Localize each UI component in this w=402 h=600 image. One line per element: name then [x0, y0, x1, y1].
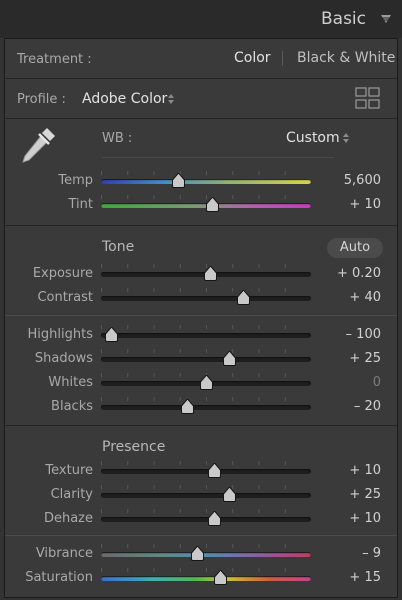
shadows-slider-thumb[interactable] — [222, 351, 236, 366]
vibrance-label: Vibrance — [35, 546, 93, 561]
treatment-color-option[interactable]: Color — [234, 50, 271, 66]
treatment-row: Treatment : Color Black & White — [5, 39, 397, 79]
whites-slider-thumb[interactable] — [199, 375, 213, 390]
contrast-ticks — [101, 288, 311, 292]
whites-label: Whites — [48, 375, 93, 390]
exposure-value[interactable]: + 0.20 — [337, 266, 381, 281]
clarity-slider-track[interactable] — [101, 493, 311, 498]
wb-updown-icon[interactable] — [342, 132, 350, 144]
basic-panel: Treatment : Color Black & White Profile … — [4, 38, 398, 598]
dehaze-value[interactable]: + 10 — [349, 511, 381, 526]
dehaze-slider-thumb[interactable] — [207, 511, 221, 526]
texture-slider-thumb[interactable] — [207, 463, 221, 478]
shadows-label: Shadows — [34, 351, 93, 366]
temp-label: Temp — [58, 173, 93, 188]
vibrance-value[interactable]: – 9 — [362, 546, 381, 561]
tint-slider-thumb[interactable] — [205, 197, 219, 212]
tint-value[interactable]: + 10 — [349, 197, 381, 212]
temp-slider-track[interactable] — [101, 179, 311, 184]
profile-browser-grid-icon[interactable] — [355, 87, 380, 109]
blacks-value[interactable]: – 20 — [354, 399, 381, 414]
presence-heading: Presence — [102, 439, 166, 455]
blacks-ticks — [101, 397, 311, 401]
profile-row: Profile : Adobe Color — [5, 79, 397, 119]
exposure-label: Exposure — [32, 266, 93, 281]
highlights-ticks — [101, 325, 311, 329]
highlights-slider-track[interactable] — [101, 333, 311, 338]
blacks-label: Blacks — [51, 399, 93, 414]
texture-slider-track[interactable] — [101, 469, 311, 474]
highlights-label: Highlights — [27, 327, 93, 342]
treatment-label: Treatment : — [17, 52, 92, 67]
saturation-slider-track[interactable] — [101, 576, 311, 581]
collapse-triangle-icon[interactable] — [380, 13, 392, 25]
temp-slider-thumb[interactable] — [172, 173, 186, 188]
panel-header[interactable]: Basic — [0, 0, 402, 38]
clarity-label: Clarity — [50, 487, 93, 502]
temp-ticks — [101, 171, 311, 175]
vibrance-slider-thumb[interactable] — [191, 546, 205, 561]
clarity-ticks — [101, 485, 311, 489]
blacks-slider-thumb[interactable] — [180, 399, 194, 414]
treatment-divider — [282, 51, 283, 66]
shadows-value[interactable]: + 25 — [349, 351, 381, 366]
dehaze-ticks — [101, 509, 311, 513]
profile-label: Profile : — [17, 92, 66, 107]
saturation-value[interactable]: + 15 — [349, 570, 381, 585]
texture-value[interactable]: + 10 — [349, 463, 381, 478]
texture-ticks — [101, 461, 311, 465]
saturation-label: Saturation — [25, 570, 93, 585]
auto-tone-button[interactable]: Auto — [327, 238, 383, 258]
contrast-slider-track[interactable] — [101, 296, 311, 301]
wb-select[interactable]: Custom — [286, 130, 340, 146]
texture-label: Texture — [45, 463, 93, 478]
wb-divider — [102, 157, 334, 158]
wb-label: WB : — [102, 131, 133, 146]
tint-label: Tint — [68, 197, 94, 212]
treatment-bw-option[interactable]: Black & White — [297, 50, 395, 66]
highlights-slider-thumb[interactable] — [105, 327, 118, 342]
exposure-slider-thumb[interactable] — [203, 266, 217, 281]
tone-heading: Tone — [102, 239, 135, 255]
temp-value[interactable]: 5,600 — [344, 173, 381, 188]
dehaze-slider-track[interactable] — [101, 517, 311, 522]
contrast-label: Contrast — [37, 290, 93, 305]
dehaze-label: Dehaze — [43, 511, 93, 526]
profile-updown-icon[interactable] — [167, 93, 175, 105]
contrast-value[interactable]: + 40 — [349, 290, 381, 305]
highlights-value[interactable]: – 100 — [346, 327, 381, 342]
contrast-slider-thumb[interactable] — [237, 290, 251, 305]
blacks-slider-track[interactable] — [101, 405, 311, 410]
whites-value[interactable]: 0 — [373, 375, 381, 390]
saturation-slider-thumb[interactable] — [214, 570, 228, 585]
shadows-ticks — [101, 349, 311, 353]
panel-title: Basic — [320, 9, 366, 29]
clarity-slider-thumb[interactable] — [222, 487, 236, 502]
vibrance-ticks — [101, 544, 311, 548]
saturation-ticks — [101, 568, 311, 572]
vibrance-slider-track[interactable] — [101, 552, 311, 557]
profile-select[interactable]: Adobe Color — [82, 91, 167, 107]
clarity-value[interactable]: + 25 — [349, 487, 381, 502]
shadows-slider-track[interactable] — [101, 357, 311, 362]
wb-eyedropper-icon[interactable] — [17, 124, 59, 166]
